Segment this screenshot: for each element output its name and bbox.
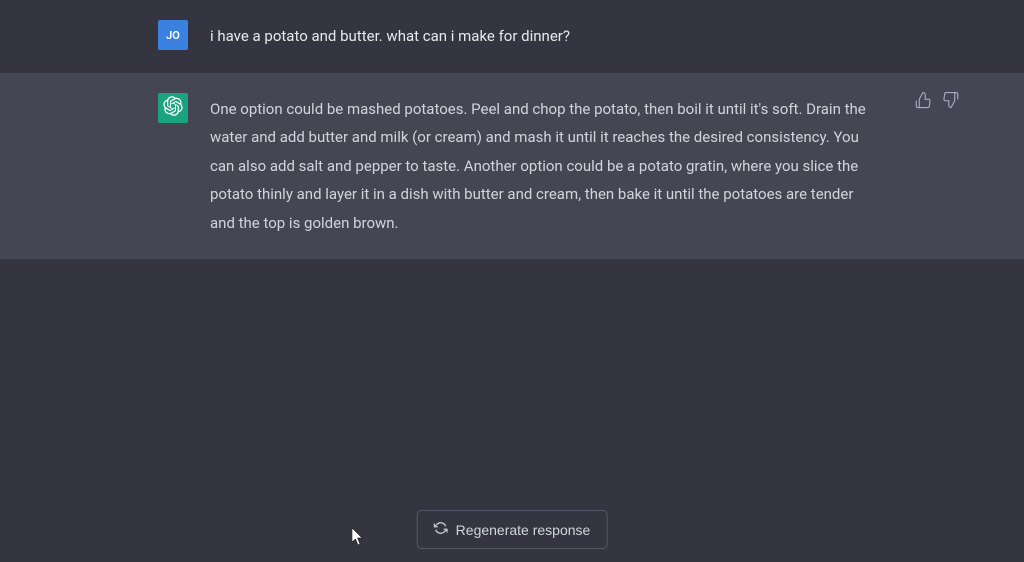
refresh-icon bbox=[434, 521, 448, 538]
thumbs-up-button[interactable] bbox=[914, 91, 934, 111]
chat-container: JO i have a potato and butter. what can … bbox=[0, 0, 1024, 259]
feedback-buttons bbox=[914, 91, 962, 111]
user-message-row: JO i have a potato and butter. what can … bbox=[0, 0, 1024, 73]
assistant-avatar bbox=[158, 93, 188, 123]
regenerate-response-button[interactable]: Regenerate response bbox=[417, 510, 608, 549]
regenerate-label: Regenerate response bbox=[456, 522, 591, 538]
mouse-cursor-icon bbox=[352, 528, 364, 546]
assistant-message-row: One option could be mashed potatoes. Pee… bbox=[0, 73, 1024, 260]
thumbs-down-button[interactable] bbox=[942, 91, 962, 111]
user-avatar: JO bbox=[158, 20, 188, 50]
assistant-message-text: One option could be mashed potatoes. Pee… bbox=[210, 93, 874, 238]
user-message-text: i have a potato and butter. what can i m… bbox=[210, 20, 874, 51]
thumbs-down-icon bbox=[942, 94, 960, 113]
openai-logo-icon bbox=[163, 96, 183, 119]
thumbs-up-icon bbox=[914, 94, 932, 113]
user-avatar-initials: JO bbox=[166, 29, 180, 42]
